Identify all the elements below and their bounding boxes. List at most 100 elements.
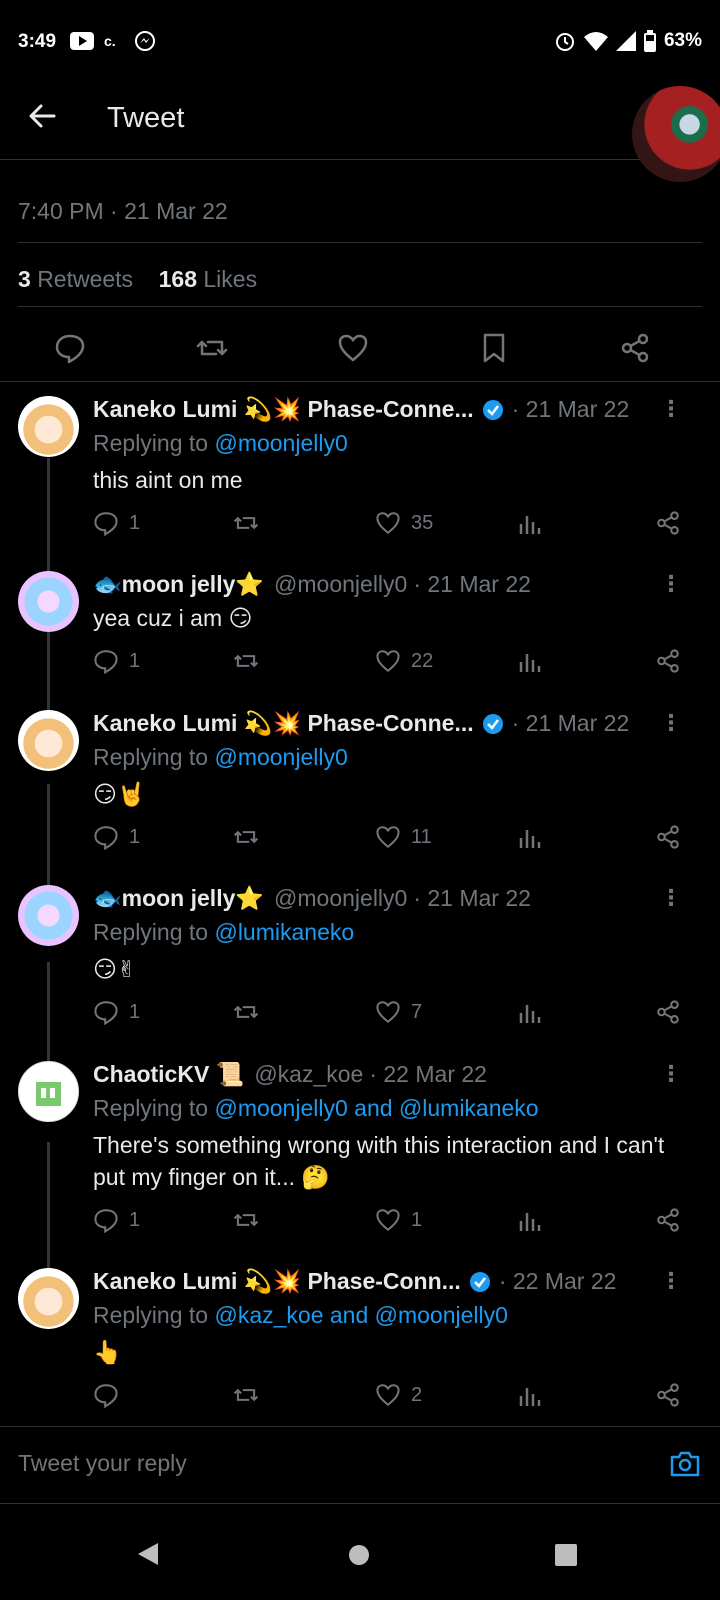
like-button[interactable]: 11 (375, 824, 432, 850)
like-count: 35 (411, 511, 434, 534)
like-icon (376, 1384, 400, 1407)
author-name[interactable]: ChaoticKV 📜 (93, 1061, 244, 1088)
analytics-button[interactable] (517, 1382, 543, 1408)
retweet-button[interactable] (233, 1382, 259, 1408)
reply-tweet[interactable]: 🐟moon jelly⭐ @moonjelly0 · 21 Mar 22 ⋮ y… (0, 571, 720, 691)
share-icon (657, 511, 679, 535)
profile-avatar[interactable] (632, 86, 720, 182)
back-arrow-icon[interactable] (26, 100, 58, 132)
nav-back-icon[interactable] (138, 1543, 158, 1565)
reply-button[interactable]: 1 (93, 510, 140, 536)
avatar[interactable] (18, 885, 79, 946)
avatar[interactable] (18, 1268, 79, 1329)
reply-input[interactable] (18, 1450, 618, 1477)
reply-button[interactable]: 1 (93, 824, 140, 850)
analytics-button[interactable] (517, 1207, 543, 1233)
author-handle[interactable]: @kaz_koe (254, 1061, 363, 1088)
more-options-icon[interactable]: ⋮ (660, 396, 682, 422)
like-button[interactable]: 22 (375, 648, 433, 674)
tweet-date: · 22 Mar 22 (369, 1061, 487, 1087)
camera-icon[interactable] (668, 1447, 702, 1481)
reply-icon[interactable] (54, 332, 86, 364)
share-button[interactable] (655, 1382, 681, 1408)
replying-link[interactable]: @moonjelly0 and @lumikaneko (214, 1095, 538, 1121)
replying-link[interactable]: @kaz_koe and @moonjelly0 (214, 1302, 507, 1328)
retweet-button[interactable] (233, 1207, 259, 1233)
more-options-icon[interactable]: ⋮ (660, 710, 682, 736)
author-name[interactable]: Kaneko Lumi 💫💥 Phase-Conn... (93, 1268, 461, 1295)
analytics-icon (519, 1005, 541, 1023)
share-button[interactable] (655, 1207, 681, 1233)
tweet-date: · 21 Mar 22 (511, 396, 630, 422)
reply-action-bar: 1 35 (0, 510, 720, 540)
retweet-button[interactable] (233, 824, 259, 850)
author-handle[interactable]: @moonjelly0 (274, 885, 407, 912)
retweet-button[interactable] (233, 999, 259, 1025)
author-name[interactable]: 🐟moon jelly⭐ (93, 885, 264, 912)
retweet-button[interactable] (233, 648, 259, 674)
analytics-button[interactable] (517, 510, 543, 536)
author-name[interactable]: 🐟moon jelly⭐ (93, 571, 264, 598)
reply-icon (94, 512, 118, 536)
tweet-date: · 21 Mar 22 (413, 571, 531, 597)
nav-home-icon[interactable] (349, 1545, 369, 1565)
retweet-icon (233, 1213, 259, 1227)
share-button[interactable] (655, 648, 681, 674)
share-button[interactable] (655, 510, 681, 536)
like-button[interactable]: 35 (375, 510, 433, 536)
reply-tweet[interactable]: Kaneko Lumi 💫💥 Phase-Conne... · 21 Mar 2… (0, 396, 720, 556)
likes-count: 168 (158, 266, 197, 292)
retweet-icon[interactable] (196, 332, 228, 364)
more-options-icon[interactable]: ⋮ (660, 885, 682, 911)
reply-button[interactable]: 1 (93, 1207, 140, 1233)
reply-count: 1 (129, 511, 141, 534)
like-count: 22 (411, 649, 434, 672)
share-icon (657, 1383, 679, 1407)
tweet-text: yea cuz i am 😏 (93, 605, 253, 631)
share-button[interactable] (655, 824, 681, 850)
retweet-icon (233, 1005, 259, 1019)
analytics-button[interactable] (517, 999, 543, 1025)
like-icon[interactable] (337, 332, 369, 364)
more-options-icon[interactable]: ⋮ (660, 1061, 682, 1087)
analytics-button[interactable] (517, 648, 543, 674)
like-icon (376, 826, 400, 849)
share-icon[interactable] (619, 332, 651, 364)
reply-action-bar: 2 (0, 1382, 720, 1412)
avatar[interactable] (18, 710, 79, 771)
replying-link[interactable]: @lumikaneko (214, 919, 354, 945)
author-name[interactable]: Kaneko Lumi 💫💥 Phase-Conne... (93, 396, 474, 423)
more-options-icon[interactable]: ⋮ (660, 1268, 682, 1294)
bookmark-icon[interactable] (478, 332, 510, 364)
retweet-button[interactable] (233, 510, 259, 536)
status-time: 3:49 (18, 31, 57, 52)
like-button[interactable]: 2 (375, 1382, 422, 1408)
reply-tweet[interactable]: 🐟moon jelly⭐ @moonjelly0 · 21 Mar 22 ⋮ R… (0, 885, 720, 1035)
like-count: 2 (411, 1383, 423, 1406)
nav-recents-icon[interactable] (555, 1544, 577, 1566)
reply-tweet[interactable]: ChaoticKV 📜 @kaz_koe · 22 Mar 22 ⋮ Reply… (0, 1061, 720, 1241)
reply-button[interactable]: 1 (93, 999, 140, 1025)
replying-link[interactable]: @moonjelly0 (214, 430, 347, 456)
reply-button[interactable] (93, 1382, 129, 1408)
analytics-button[interactable] (517, 824, 543, 850)
like-button[interactable]: 1 (375, 1207, 422, 1233)
tweet-text: this aint on me (93, 467, 243, 493)
author-handle[interactable]: @moonjelly0 (274, 571, 407, 598)
likes-stat[interactable]: 168 Likes (159, 266, 257, 292)
more-options-icon[interactable]: ⋮ (660, 571, 682, 597)
share-icon (657, 825, 679, 849)
avatar[interactable] (18, 396, 79, 457)
reply-tweet[interactable]: Kaneko Lumi 💫💥 Phase-Conn... · 22 Mar 22… (0, 1268, 720, 1418)
avatar[interactable] (18, 1061, 79, 1122)
retweets-stat[interactable]: 3 Retweets (18, 266, 133, 292)
reply-button[interactable]: 1 (93, 648, 140, 674)
like-button[interactable]: 7 (375, 999, 422, 1025)
reply-tweet[interactable]: Kaneko Lumi 💫💥 Phase-Conne... · 21 Mar 2… (0, 710, 720, 860)
author-name[interactable]: Kaneko Lumi 💫💥 Phase-Conne... (93, 710, 474, 737)
tweet-text: There's something wrong with this intera… (93, 1132, 665, 1190)
share-button[interactable] (655, 999, 681, 1025)
avatar[interactable] (18, 571, 79, 632)
divider (18, 306, 702, 307)
replying-link[interactable]: @moonjelly0 (214, 744, 347, 770)
